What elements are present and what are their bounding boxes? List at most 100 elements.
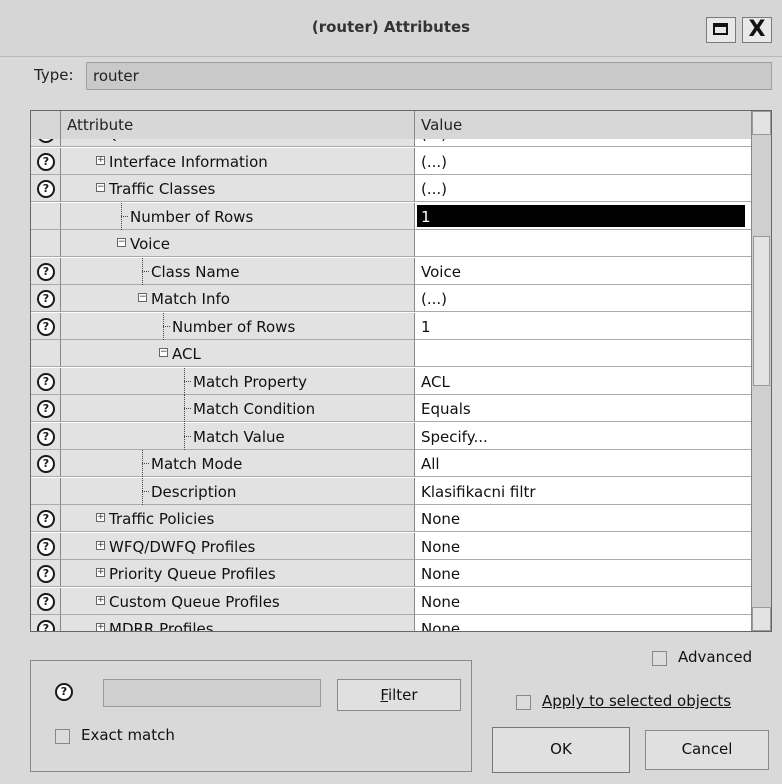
help-icon[interactable]: ? <box>37 372 55 391</box>
row-help-cell: ? <box>31 367 61 395</box>
expand-icon[interactable]: + <box>96 568 105 577</box>
value-cell[interactable]: None <box>415 615 753 631</box>
attribute-label: Custom Queue Profiles <box>109 592 280 611</box>
table-row[interactable]: ? − Traffic Classes (...) <box>31 175 753 202</box>
help-icon[interactable]: ? <box>37 400 55 418</box>
expand-icon[interactable]: + <box>96 595 105 605</box>
value-cell[interactable]: (...) <box>415 285 753 312</box>
table-row[interactable]: ? − Match Info (...) <box>31 285 753 312</box>
help-icon[interactable]: ? <box>55 683 73 701</box>
row-help-cell: ? <box>31 395 61 422</box>
table-row[interactable]: Number of Rows 1 <box>31 202 753 230</box>
table-row[interactable]: ? + Interface Information (...) <box>31 147 753 175</box>
help-icon[interactable]: ? <box>37 565 55 583</box>
attribute-label: Match Info <box>151 290 230 308</box>
collapse-icon[interactable]: − <box>117 238 126 247</box>
table-row[interactable]: ? Class Name Voice <box>31 257 753 285</box>
help-icon[interactable]: ? <box>37 455 55 473</box>
filter-button[interactable]: Filter <box>337 679 461 711</box>
table-row[interactable]: − ACL <box>31 340 753 367</box>
tree-branch <box>184 435 191 437</box>
table-row[interactable]: ? + WFQ/DWFQ Profiles None <box>31 532 753 560</box>
scroll-down-button[interactable] <box>752 607 771 631</box>
expand-icon[interactable]: + <box>96 623 105 631</box>
header-value[interactable]: Value <box>415 111 753 139</box>
header-attribute[interactable]: Attribute <box>61 111 415 139</box>
collapse-icon[interactable]: − <box>159 348 168 357</box>
exact-match-checkbox[interactable] <box>55 729 70 744</box>
scroll-up-button[interactable] <box>752 111 771 135</box>
value-text: (...) <box>421 152 448 171</box>
attribute-label: Traffic Policies <box>109 510 215 528</box>
value-cell[interactable]: None <box>415 560 753 587</box>
table-row[interactable]: ? Match Value Specify... <box>31 422 753 450</box>
attribute-cell: − Match Info <box>61 285 415 312</box>
scroll-thumb[interactable] <box>753 236 770 386</box>
header-icon-column <box>31 111 61 139</box>
help-icon[interactable]: ? <box>37 152 55 171</box>
value-cell[interactable]: 1 <box>415 312 753 340</box>
value-cell[interactable]: (...) <box>415 175 753 202</box>
table-row[interactable]: ? Match Condition Equals <box>31 395 753 422</box>
table-row[interactable]: ? Number of Rows 1 <box>31 312 753 340</box>
maximize-button[interactable] <box>706 17 736 43</box>
value-cell[interactable]: Voice <box>415 257 753 285</box>
value-cell[interactable]: Specify... <box>415 422 753 450</box>
value-text: ACL <box>421 372 450 391</box>
value-cell[interactable]: None <box>415 587 753 615</box>
attribute-cell: + Traffic Policies <box>61 505 415 532</box>
cancel-button[interactable]: Cancel <box>645 730 769 770</box>
tree-branch <box>184 380 191 382</box>
attribute-label: MDRR Profiles <box>109 620 214 631</box>
table-row[interactable]: ? + Traffic Policies None <box>31 505 753 532</box>
value-cell[interactable]: ACL <box>415 367 753 395</box>
window-title: (router) Attributes <box>311 18 471 36</box>
table-row[interactable]: Description Klasifikacni filtr <box>31 477 753 505</box>
value-cell[interactable] <box>415 230 753 257</box>
value-cell[interactable]: (...) <box>415 147 753 175</box>
attribute-cell: − Traffic Classes <box>61 175 415 202</box>
help-icon[interactable]: ? <box>37 592 55 611</box>
value-cell[interactable] <box>415 340 753 367</box>
grid-header: Attribute Value <box>31 111 753 140</box>
expand-icon[interactable]: + <box>96 513 105 522</box>
value-cell[interactable]: Klasifikacni filtr <box>415 477 753 505</box>
attribute-cell: Number of Rows <box>61 202 415 230</box>
filter-input[interactable] <box>103 679 321 707</box>
value-cell[interactable]: Equals <box>415 395 753 422</box>
apply-selected-checkbox[interactable] <box>516 695 531 710</box>
help-icon[interactable]: ? <box>37 510 55 528</box>
advanced-checkbox[interactable] <box>652 651 667 666</box>
help-icon[interactable]: ? <box>37 537 55 556</box>
expand-icon[interactable]: + <box>96 155 105 165</box>
value-cell[interactable]: 1 <box>415 202 753 230</box>
help-icon[interactable]: ? <box>37 180 55 198</box>
collapse-icon[interactable]: − <box>138 293 147 302</box>
row-help-cell <box>31 477 61 505</box>
attribute-cell: + MDRR Profiles <box>61 615 415 631</box>
value-cell[interactable]: All <box>415 450 753 477</box>
value-cell[interactable]: None <box>415 532 753 560</box>
help-icon[interactable]: ? <box>37 139 55 143</box>
table-row[interactable]: ? Match Mode All <box>31 450 753 477</box>
value-text: Equals <box>421 400 471 418</box>
expand-icon[interactable]: + <box>96 540 105 550</box>
type-field: router <box>86 62 772 90</box>
ok-button[interactable]: OK <box>492 727 630 773</box>
table-row[interactable]: ? + Priority Queue Profiles None <box>31 560 753 587</box>
table-row[interactable]: − Voice <box>31 230 753 257</box>
help-icon[interactable]: ? <box>37 427 55 446</box>
table-row[interactable]: ? −IP QoS Parameters (...) <box>31 139 753 147</box>
value-cell[interactable]: (...) <box>415 139 753 147</box>
table-row[interactable]: ? + MDRR Profiles None <box>31 615 753 631</box>
help-icon[interactable]: ? <box>37 290 55 308</box>
table-row[interactable]: ? Match Property ACL <box>31 367 753 395</box>
value-cell[interactable]: None <box>415 505 753 532</box>
table-row[interactable]: ? + Custom Queue Profiles None <box>31 587 753 615</box>
close-button[interactable]: X <box>742 17 772 43</box>
help-icon[interactable]: ? <box>37 317 55 336</box>
collapse-icon[interactable]: − <box>96 183 105 192</box>
help-icon[interactable]: ? <box>37 620 55 631</box>
vertical-scrollbar[interactable] <box>751 111 771 631</box>
help-icon[interactable]: ? <box>37 262 55 281</box>
